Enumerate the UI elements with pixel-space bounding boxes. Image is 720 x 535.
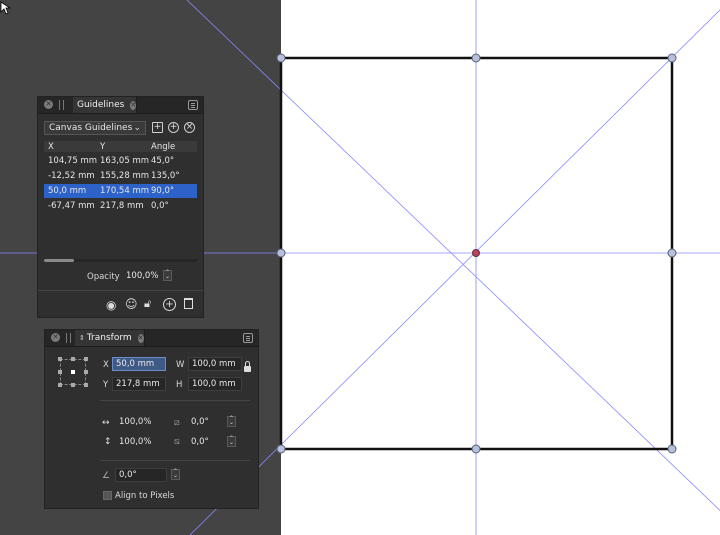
shear-y-field[interactable]: 0,0° xyxy=(187,435,225,449)
scale-y-field[interactable]: 100,0% xyxy=(115,435,165,449)
scale-x-field[interactable]: 100,0% xyxy=(115,415,165,429)
h-label: H xyxy=(176,380,183,390)
table-row[interactable]: -12,52 mm 155,28 mm 135,0° xyxy=(44,169,197,183)
scale-x-value: 100,0% xyxy=(119,417,152,427)
y-value: 217,8 mm xyxy=(116,379,160,389)
cell-angle: 90,0° xyxy=(151,186,175,196)
shear-y-value: 0,0° xyxy=(191,437,209,447)
cell-angle: 0,0° xyxy=(151,201,169,211)
cell-y: 163,05 mm xyxy=(100,156,150,166)
w-field[interactable]: 100,0 mm xyxy=(188,357,242,371)
cell-angle: 45,0° xyxy=(151,156,175,166)
grip-icon[interactable] xyxy=(59,100,64,110)
align-to-pixels-checkbox[interactable] xyxy=(103,491,112,500)
rotation-value: 0,0° xyxy=(119,470,137,480)
shear-y-icon: ⧅ xyxy=(174,437,180,447)
chevron-down-icon: ⌄ xyxy=(133,123,141,133)
add-icon[interactable]: + xyxy=(163,298,176,311)
scale-y-icon: ↕ xyxy=(104,437,112,447)
grip-icon[interactable] xyxy=(66,333,71,343)
shear-x-stepper[interactable]: ⌃ ⌄ xyxy=(227,416,236,427)
horizontal-scrollbar[interactable] xyxy=(44,259,197,262)
anchor-point-selector[interactable] xyxy=(58,357,88,387)
shear-x-icon: ⧄ xyxy=(174,418,180,428)
guidelines-source-value: Canvas Guidelines xyxy=(49,123,133,133)
x-label: X xyxy=(103,360,109,370)
table-row[interactable]: 50,0 mm 170,54 mm 90,0° xyxy=(44,184,197,198)
trash-icon[interactable] xyxy=(184,298,193,309)
shear-x-field[interactable]: 0,0° xyxy=(187,415,225,429)
col-x[interactable]: X xyxy=(48,142,54,152)
col-angle[interactable]: Angle xyxy=(151,142,175,152)
y-label: Y xyxy=(103,380,109,390)
tab-guidelines[interactable]: Guidelines ✕ xyxy=(73,97,137,113)
tab-guidelines-label: Guidelines xyxy=(77,100,125,110)
rotation-stepper[interactable]: ⌃ ⌄ xyxy=(171,469,180,480)
close-tab-icon[interactable]: ✕ xyxy=(137,333,144,343)
panel-menu-icon[interactable] xyxy=(188,100,198,110)
sort-arrows-icon: ⇕ xyxy=(79,334,85,342)
diagonal-guide-45[interactable] xyxy=(189,0,720,535)
panel-divider xyxy=(38,290,203,291)
rotation-field[interactable]: 0,0° xyxy=(115,468,167,482)
guidelines-panel: ✕ Guidelines ✕ Canvas Guidelines ⌄ + + ×… xyxy=(37,96,204,318)
align-to-pixels-label[interactable]: Align to Pixels xyxy=(115,491,174,501)
tab-transform[interactable]: ⇕ Transform ✕ xyxy=(75,330,145,346)
cell-y: 170,54 mm xyxy=(100,186,150,196)
cell-x: -12,52 mm xyxy=(48,171,95,181)
opacity-stepper[interactable]: ⌃ ⌄ xyxy=(163,270,172,281)
table-row[interactable]: -67,47 mm 217,8 mm 0,0° xyxy=(44,199,197,213)
col-y[interactable]: Y xyxy=(100,142,105,152)
add-document-icon[interactable]: + xyxy=(152,122,163,133)
transform-divider xyxy=(100,400,250,401)
transform-divider-2 xyxy=(100,460,250,461)
cell-x: 50,0 mm xyxy=(48,186,87,196)
scale-y-value: 100,0% xyxy=(119,437,152,447)
opacity-value: 100,0% xyxy=(126,271,159,281)
lock-aspect-icon[interactable] xyxy=(244,361,251,372)
cell-x: -67,47 mm xyxy=(48,201,95,211)
close-panel-icon[interactable]: ✕ xyxy=(44,100,53,109)
guides-table-header: X Y Angle xyxy=(44,141,197,152)
mouse-cursor-icon xyxy=(0,1,12,15)
unlock-icon[interactable]: 🔓︎ xyxy=(144,297,151,311)
cell-y: 155,28 mm xyxy=(100,171,150,181)
cell-angle: 135,0° xyxy=(151,171,180,181)
h-value: 100,0 mm xyxy=(192,379,236,389)
rotation-icon: ∠ xyxy=(102,471,111,481)
opacity-label: Opacity xyxy=(87,272,120,282)
w-value: 100,0 mm xyxy=(192,359,236,369)
opacity-field[interactable]: 100,0% xyxy=(122,269,160,283)
w-label: W xyxy=(176,360,185,370)
guidelines-source-select[interactable]: Canvas Guidelines ⌄ xyxy=(44,121,146,135)
scrollbar-thumb[interactable] xyxy=(44,259,74,262)
tab-transform-label: Transform xyxy=(86,333,132,343)
center-point[interactable] xyxy=(472,249,480,257)
shear-y-stepper[interactable]: ⌃ ⌄ xyxy=(227,436,236,447)
scale-x-icon: ↔ xyxy=(102,418,110,428)
eye-icon[interactable]: ◉ xyxy=(106,298,116,312)
guidelines-tabbar: ✕ Guidelines ✕ xyxy=(38,97,203,114)
transform-panel: ✕ ⇕ Transform ✕ X 50,0 mm W 100,0 mm Y 2… xyxy=(44,329,259,509)
table-row[interactable]: 104,75 mm 163,05 mm 45,0° xyxy=(44,154,197,168)
panel-menu-icon[interactable] xyxy=(243,333,253,343)
smiley-icon[interactable]: ☺ xyxy=(125,297,138,311)
diagonal-guide-135[interactable] xyxy=(186,0,720,520)
close-tab-icon[interactable]: ✕ xyxy=(130,100,137,110)
close-panel-icon[interactable]: ✕ xyxy=(51,333,60,342)
transform-tabbar: ✕ ⇕ Transform ✕ xyxy=(45,330,258,347)
h-field[interactable]: 100,0 mm xyxy=(188,377,242,391)
y-field[interactable]: 217,8 mm xyxy=(112,377,166,391)
cell-y: 217,8 mm xyxy=(100,201,144,211)
cell-x: 104,75 mm xyxy=(48,156,98,166)
shear-x-value: 0,0° xyxy=(191,417,209,427)
x-value: 50,0 mm xyxy=(116,359,155,369)
close-circle-icon[interactable]: × xyxy=(184,122,195,133)
add-circle-icon[interactable]: + xyxy=(168,122,179,133)
x-field[interactable]: 50,0 mm xyxy=(112,357,166,371)
